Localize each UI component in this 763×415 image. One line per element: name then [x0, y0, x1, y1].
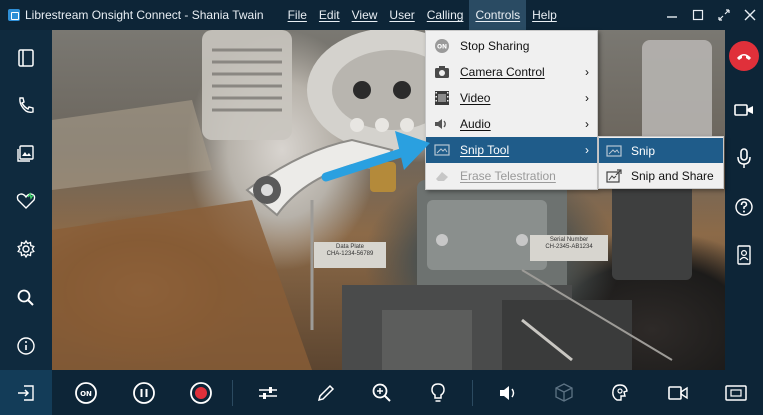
window-title: Librestream Onsight Connect - Shania Twa…: [25, 8, 264, 22]
expand-icon[interactable]: [711, 0, 737, 30]
microphone-icon[interactable]: [725, 140, 763, 176]
video-feed[interactable]: Data Plate CHA-1234-56789 Serial Number …: [52, 30, 725, 370]
volume-icon[interactable]: [492, 377, 524, 409]
chevron-right-icon: ›: [585, 91, 589, 105]
end-call-button[interactable]: [725, 38, 763, 74]
zoom-in-icon[interactable]: [366, 377, 398, 409]
menu-calling[interactable]: Calling: [421, 0, 470, 30]
on-badge-icon: ON: [429, 38, 455, 54]
menu-view[interactable]: View: [346, 0, 384, 30]
speaker-icon: [429, 117, 455, 131]
snip-icon: [429, 143, 455, 157]
adjust-sliders-icon[interactable]: [252, 377, 284, 409]
bottom-toolbar: ON: [0, 370, 763, 415]
video-camera-icon[interactable]: [725, 92, 763, 128]
on-icon[interactable]: ON: [70, 377, 102, 409]
panel-icon[interactable]: [0, 38, 52, 78]
thermal-icon[interactable]: [604, 377, 636, 409]
snip-icon: [602, 144, 626, 158]
toolbar-separator: [472, 380, 473, 406]
close-icon[interactable]: [737, 0, 763, 30]
camera-icon: [429, 65, 455, 79]
minimize-icon[interactable]: [659, 0, 685, 30]
search-icon[interactable]: [0, 278, 52, 318]
toolbar-separator: [232, 380, 233, 406]
exit-icon[interactable]: [0, 370, 52, 415]
pause-icon[interactable]: [128, 377, 160, 409]
pen-icon[interactable]: [310, 377, 342, 409]
fullscreen-icon[interactable]: [720, 377, 752, 409]
phone-icon[interactable]: [0, 85, 52, 125]
3d-cube-icon: [548, 377, 580, 409]
left-sidebar: [0, 30, 52, 370]
video-scene: [52, 30, 712, 370]
video-tag-right: Serial Number CH-2345-AB1234: [545, 237, 593, 250]
title-bar: Librestream Onsight Connect - Shania Twa…: [0, 0, 763, 30]
chevron-right-icon: ›: [585, 143, 589, 157]
svg-text:ON: ON: [437, 44, 447, 51]
chevron-right-icon: ›: [585, 65, 589, 79]
app-logo-icon: [8, 9, 20, 21]
light-bulb-icon[interactable]: [422, 377, 454, 409]
snip-submenu: Snip Snip and Share: [598, 136, 724, 189]
end-call-icon: [729, 41, 759, 71]
heart-pulse-icon[interactable]: [0, 181, 52, 221]
help-icon[interactable]: [725, 189, 763, 225]
menu-item-audio[interactable]: Audio ›: [426, 111, 597, 137]
eraser-icon: [429, 169, 455, 183]
menu-file[interactable]: File: [282, 0, 313, 30]
controls-menu: ON Stop Sharing Camera Control › Video ›…: [425, 30, 598, 190]
menu-edit[interactable]: Edit: [313, 0, 346, 30]
video-camera-icon[interactable]: [662, 377, 694, 409]
chevron-right-icon: ›: [585, 117, 589, 131]
menu-item-camera-control[interactable]: Camera Control ›: [426, 59, 597, 85]
menu-bar: File Edit View User Calling Controls Hel…: [282, 0, 563, 30]
window-controls: [659, 0, 763, 30]
menu-item-snip-and-share[interactable]: Snip and Share: [599, 163, 723, 188]
gallery-icon[interactable]: [0, 133, 52, 173]
menu-item-stop-sharing[interactable]: ON Stop Sharing: [426, 33, 597, 59]
snip-share-icon: [602, 168, 626, 183]
maximize-icon[interactable]: [685, 0, 711, 30]
menu-item-video[interactable]: Video ›: [426, 85, 597, 111]
menu-user[interactable]: User: [383, 0, 420, 30]
svg-text:ON: ON: [80, 390, 92, 398]
menu-controls[interactable]: Controls: [469, 0, 527, 30]
menu-item-snip-tool[interactable]: Snip Tool ›: [426, 137, 597, 163]
record-icon[interactable]: [185, 377, 217, 409]
film-icon: [429, 90, 455, 106]
settings-icon[interactable]: [0, 229, 52, 269]
participant-icon[interactable]: [725, 237, 763, 273]
video-tag-left: Data Plate CHA-1234-56789: [326, 244, 374, 257]
menu-help[interactable]: Help: [526, 0, 563, 30]
info-icon[interactable]: [0, 326, 52, 366]
right-sidebar: [725, 30, 763, 370]
menu-item-erase-telestration: Erase Telestration: [426, 163, 597, 189]
menu-item-snip[interactable]: Snip: [599, 138, 723, 163]
